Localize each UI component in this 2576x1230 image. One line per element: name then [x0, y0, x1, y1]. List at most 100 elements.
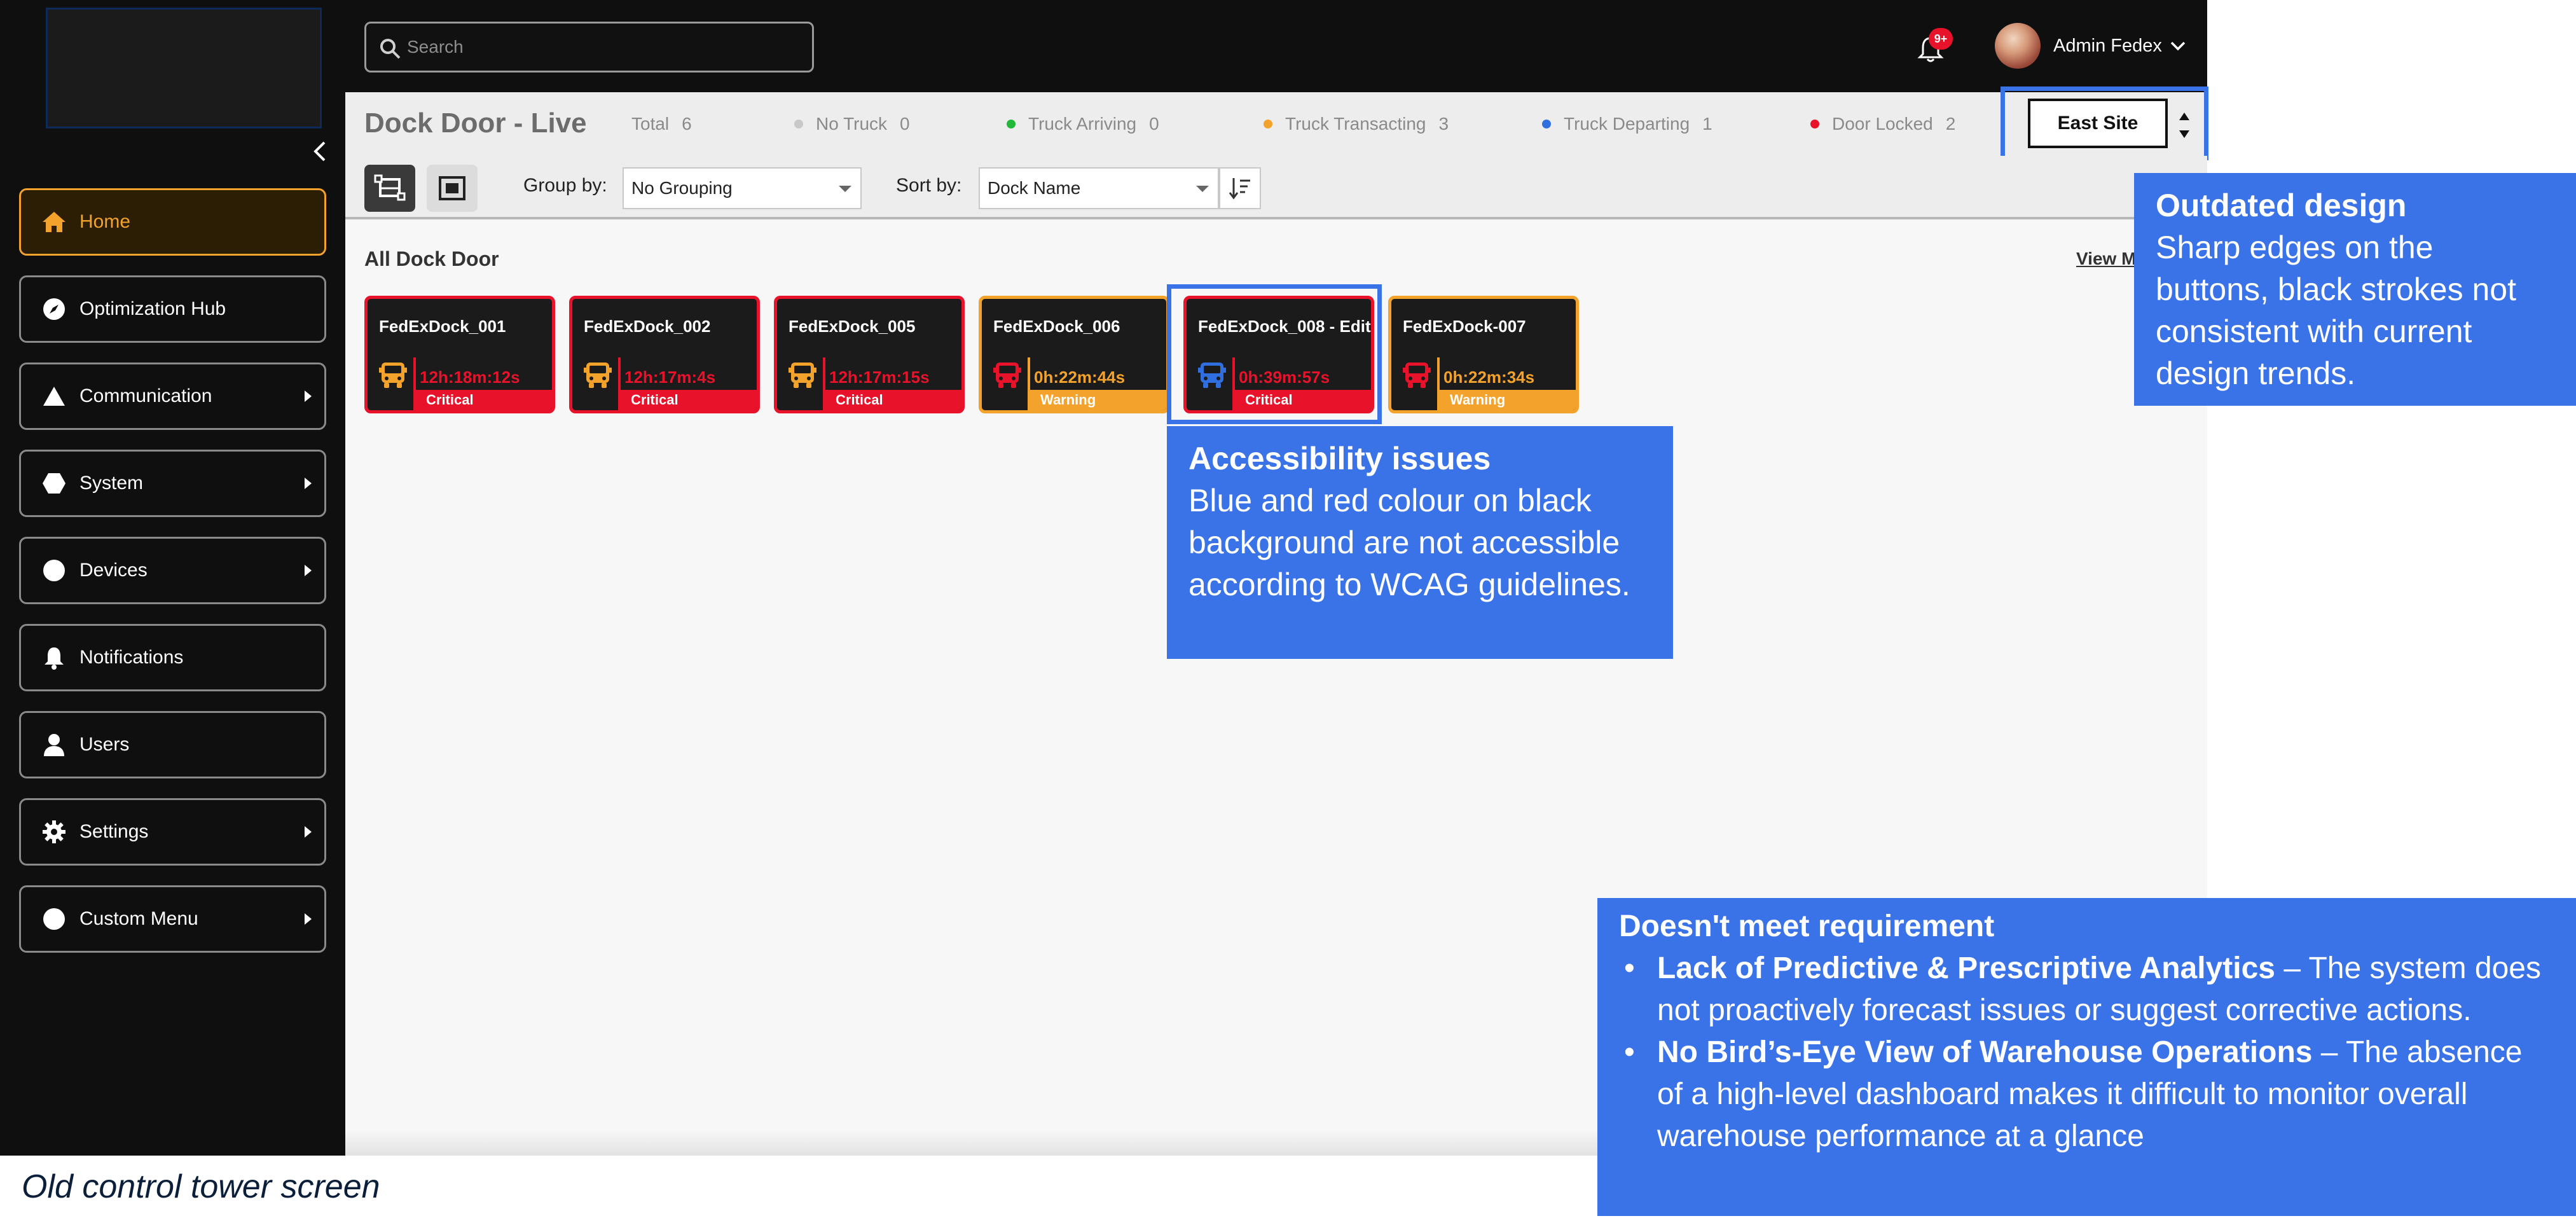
caret-right-icon	[305, 826, 312, 838]
dock-dwell-time: 12h:17m:4s	[624, 368, 716, 387]
page-title: Dock Door - Live	[364, 107, 587, 139]
total-label: Total	[631, 114, 670, 134]
compass-icon	[40, 295, 68, 323]
status-value: 2	[1945, 114, 1956, 134]
sidebar-item-label: Users	[79, 734, 130, 755]
status-value: 0	[900, 114, 910, 134]
status-value: 3	[1438, 114, 1449, 134]
chevron-down-icon[interactable]	[2169, 38, 2187, 53]
gear-icon	[40, 818, 68, 846]
dock-card[interactable]: FedExDock_002 12h:17m:4s Critical	[569, 296, 760, 413]
site-selector[interactable]: East Site	[2028, 99, 2168, 148]
home-icon	[40, 208, 68, 236]
status-stat-truck-transacting: Truck Transacting 3	[1264, 114, 1449, 134]
status-dot	[1264, 120, 1272, 128]
status-stat-no-truck: No Truck 0	[794, 114, 910, 134]
status-value: 0	[1149, 114, 1159, 134]
sort-by-select[interactable]: Dock Name	[979, 167, 1219, 209]
dock-name: FedExDock_002	[584, 317, 711, 336]
status-stat-truck-departing: Truck Departing 1	[1542, 114, 1712, 134]
group-by-select[interactable]: No Grouping	[623, 167, 862, 209]
annotation-body: Sharp edges on the buttons, black stroke…	[2156, 230, 2516, 391]
sidebar-item-label: System	[79, 473, 144, 494]
dock-name: FedExDock_005	[789, 317, 916, 336]
dock-card[interactable]: FedExDock_006 0h:22m:44s Warning	[979, 296, 1169, 413]
status-stat-truck-arriving: Truck Arriving 0	[1007, 114, 1159, 134]
bell-icon	[40, 644, 68, 672]
dock-card[interactable]: FedExDock_005 12h:17m:15s Critical	[774, 296, 965, 413]
grid-view-icon	[439, 176, 465, 200]
grid-view-button[interactable]	[427, 165, 478, 212]
status-label: Truck Departing	[1564, 114, 1690, 134]
sort-by-label: Sort by:	[896, 175, 962, 196]
truck-icon	[584, 363, 612, 388]
requirement-heading: Lack of Predictive & Prescriptive Analyt…	[1657, 951, 2275, 985]
dock-dwell-time: 12h:17m:15s	[829, 368, 930, 387]
dock-dwell-time: 12h:18m:12s	[420, 368, 520, 387]
dock-status-badge: Warning	[1028, 390, 1166, 410]
caret-right-icon	[305, 478, 312, 489]
status-label: No Truck	[816, 114, 888, 134]
annotation-outdated-design: Outdated design Sharp edges on the butto…	[2134, 173, 2576, 406]
sidebar-item-users[interactable]: Users	[19, 711, 326, 778]
slide-caption: Old control tower screen	[22, 1168, 380, 1205]
caret-right-icon	[305, 390, 312, 402]
status-dot	[1542, 120, 1551, 128]
sidebar: Home Optimization Hub Communication System D…	[0, 0, 345, 1156]
dropdown-arrow-icon	[839, 186, 851, 192]
dock-status-badge: Critical	[618, 390, 757, 410]
sidebar-item-devices[interactable]: Devices	[19, 537, 326, 604]
sort-by-value: Dock Name	[988, 178, 1081, 198]
group-by-label: Group by:	[523, 175, 607, 196]
group-by-value: No Grouping	[631, 178, 733, 198]
avatar[interactable]	[1995, 23, 2041, 69]
annotation-title: Doesn't meet requirement	[1619, 909, 1995, 943]
sidebar-item-label: Optimization Hub	[79, 298, 226, 319]
dock-status-badge: Warning	[1437, 390, 1576, 410]
requirement-item: No Bird’s-Eye View of Warehouse Operatio…	[1619, 1032, 2554, 1157]
status-value: 1	[1702, 114, 1712, 134]
caret-right-icon	[305, 565, 312, 576]
sidebar-item-notifications[interactable]: Notifications	[19, 624, 326, 691]
sort-arrows-icon[interactable]	[2177, 107, 2192, 143]
sidebar-item-custom-menu[interactable]: Custom Menu	[19, 885, 326, 953]
sort-direction-button[interactable]	[1219, 167, 1261, 209]
user-name[interactable]: Admin Fedex	[2053, 36, 2162, 57]
truck-icon	[789, 363, 816, 388]
status-bar: Dock Door - Live Total 6 No Truck 0 Truck …	[345, 86, 2208, 160]
user-icon	[40, 731, 68, 759]
dock-card[interactable]: FedExDock-007 0h:22m:34s Warning	[1388, 296, 1579, 413]
map-view-button[interactable]	[364, 165, 415, 212]
triangle-icon	[40, 382, 68, 410]
sidebar-item-system[interactable]: System	[19, 450, 326, 517]
search-input[interactable]	[407, 32, 801, 62]
collapse-sidebar-button[interactable]	[310, 139, 329, 164]
hexagon-icon	[40, 469, 68, 497]
requirement-item: Lack of Predictive & Prescriptive Analyt…	[1619, 948, 2554, 1032]
status-label: Door Locked	[1832, 114, 1933, 134]
sidebar-item-home[interactable]: Home	[19, 188, 326, 256]
slide: Home Optimization Hub Communication System D…	[0, 0, 2576, 1230]
sidebar-item-optimization-hub[interactable]: Optimization Hub	[19, 275, 326, 343]
sidebar-item-label: Notifications	[79, 647, 184, 668]
sidebar-item-communication[interactable]: Communication	[19, 363, 326, 430]
status-label: Truck Arriving	[1028, 114, 1137, 134]
dock-card[interactable]: FedExDock_001 12h:18m:12s Critical	[364, 296, 555, 413]
sidebar-item-settings[interactable]: Settings	[19, 798, 326, 866]
top-bar: 9+ Admin Fedex	[345, 0, 2207, 92]
dock-dwell-time: 0h:22m:44s	[1034, 368, 1126, 387]
map-view-icon	[374, 174, 406, 201]
dock-status-badge: Critical	[413, 390, 552, 410]
sidebar-item-label: Home	[79, 211, 131, 232]
dock-name: FedExDock_006	[993, 317, 1120, 336]
search-box[interactable]	[364, 22, 814, 73]
sidebar-item-label: Devices	[79, 560, 148, 581]
chevron-left-icon	[313, 141, 326, 162]
search-icon	[380, 39, 401, 59]
circle-icon	[40, 556, 68, 584]
circle-icon	[40, 905, 68, 933]
requirements-list: Lack of Predictive & Prescriptive Analyt…	[1619, 948, 2554, 1157]
dropdown-arrow-icon	[1196, 186, 1209, 192]
logo-placeholder	[46, 8, 322, 128]
status-dot	[1007, 120, 1016, 128]
